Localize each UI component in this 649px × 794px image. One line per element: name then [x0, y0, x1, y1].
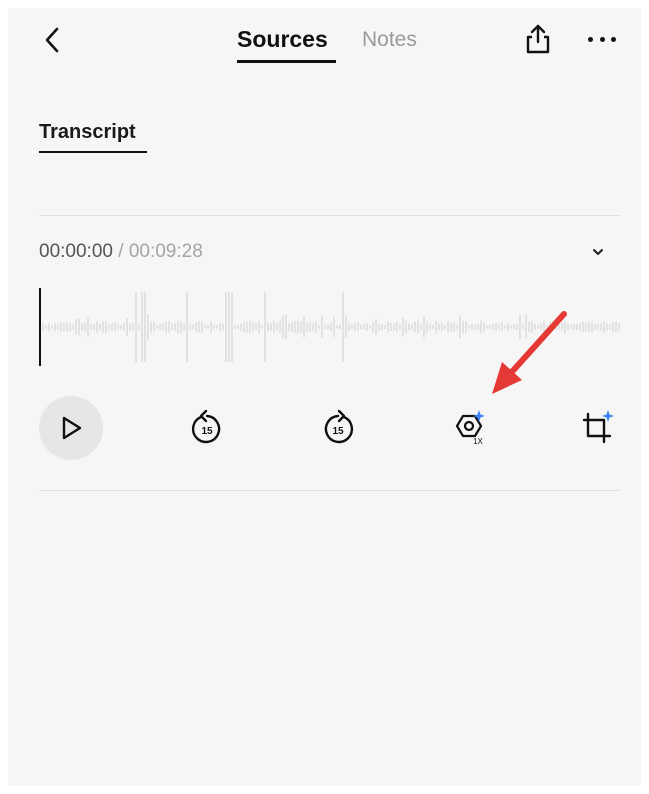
annotation-arrow [492, 311, 567, 394]
forward-15-icon: 15 [324, 409, 354, 444]
speed-label: 1X [473, 437, 483, 446]
crop-button[interactable] [580, 408, 616, 448]
app-screen: Sources Notes Transcript 00:00:00 / 00:0… [8, 8, 641, 786]
current-time: 00:00:00 [39, 241, 113, 262]
share-button[interactable] [522, 22, 554, 56]
share-icon [526, 24, 550, 54]
tab-active-indicator [237, 60, 336, 63]
chevron-down-icon [593, 249, 603, 255]
play-icon [62, 416, 82, 440]
more-horizontal-icon [588, 36, 593, 42]
top-bar: Sources Notes [8, 8, 641, 78]
tab-transcript[interactable]: Transcript [39, 121, 136, 144]
speed-ai-icon: 1X [455, 410, 485, 446]
play-button[interactable] [39, 396, 103, 460]
back-button[interactable] [38, 26, 66, 54]
playback-speed-button[interactable]: 1X [449, 408, 489, 448]
forward-15-button[interactable]: 15 [320, 408, 356, 448]
total-time: 00:09:28 [128, 241, 203, 262]
crop-ai-icon [582, 410, 614, 444]
rewind-15-icon: 15 [191, 409, 221, 444]
rewind-15-button[interactable]: 15 [189, 408, 225, 448]
time-separator: / [112, 241, 129, 262]
svg-text:15: 15 [201, 426, 213, 437]
collapse-button[interactable] [588, 242, 608, 262]
tab-notes[interactable]: Notes [362, 28, 417, 52]
divider [39, 215, 621, 216]
transcript-tab-indicator [39, 151, 147, 153]
more-button[interactable] [588, 32, 616, 46]
svg-text:15: 15 [332, 426, 344, 437]
chevron-left-icon [45, 27, 59, 53]
tab-sources[interactable]: Sources [237, 26, 328, 53]
divider [39, 490, 621, 491]
time-readout: 00:00:00 / 00:09:28 [39, 241, 203, 263]
